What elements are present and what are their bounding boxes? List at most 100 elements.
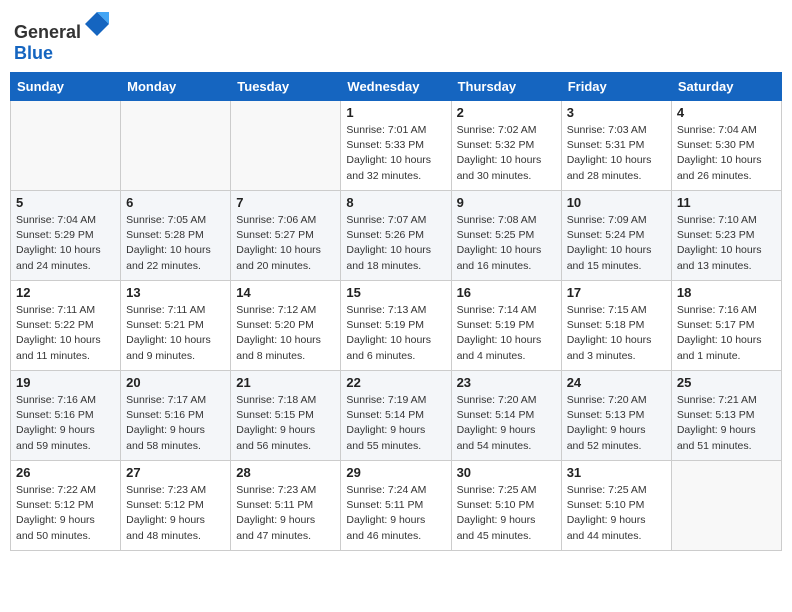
day-number: 24 xyxy=(567,375,666,390)
day-info: Sunrise: 7:02 AMSunset: 5:32 PMDaylight:… xyxy=(457,123,556,184)
day-number: 14 xyxy=(236,285,335,300)
logo-icon xyxy=(83,10,111,38)
day-number: 11 xyxy=(677,195,776,210)
day-info: Sunrise: 7:03 AMSunset: 5:31 PMDaylight:… xyxy=(567,123,666,184)
day-info: Sunrise: 7:04 AMSunset: 5:29 PMDaylight:… xyxy=(16,213,115,274)
day-number: 26 xyxy=(16,465,115,480)
day-info: Sunrise: 7:05 AMSunset: 5:28 PMDaylight:… xyxy=(126,213,225,274)
calendar-day-cell: 6 Sunrise: 7:05 AMSunset: 5:28 PMDaylight… xyxy=(121,191,231,281)
calendar-day-cell: 21 Sunrise: 7:18 AMSunset: 5:15 PMDayligh… xyxy=(231,371,341,461)
calendar-week-row: 5Sunrise: 7:04 AMSunset: 5:29 PMDaylight… xyxy=(11,191,782,281)
day-number: 28 xyxy=(236,465,335,480)
day-info: Sunrise: 7:06 AMSunset: 5:27 PMDaylight:… xyxy=(236,213,335,274)
calendar-day-cell: 29Sunrise: 7:24 AMSunset: 5:11 PMDayligh… xyxy=(341,461,451,551)
calendar-day-cell: 30 Sunrise: 7:25 AMSunset: 5:10 PMDayligh… xyxy=(451,461,561,551)
calendar-header-cell: Thursday xyxy=(451,73,561,101)
calendar-week-row: 1 Sunrise: 7:01 AMSunset: 5:33 PMDaylight… xyxy=(11,101,782,191)
page-header: General Blue xyxy=(10,10,782,64)
day-info: Sunrise: 7:10 AMSunset: 5:23 PMDaylight:… xyxy=(677,213,776,274)
day-number: 2 xyxy=(457,105,556,120)
calendar-header-row: SundayMondayTuesdayWednesdayThursdayFrid… xyxy=(11,73,782,101)
day-info: Sunrise: 7:16 AMSunset: 5:16 PMDaylight:… xyxy=(16,393,115,454)
day-info: Sunrise: 7:07 AMSunset: 5:26 PMDaylight:… xyxy=(346,213,445,274)
day-number: 31 xyxy=(567,465,666,480)
day-info: Sunrise: 7:17 AMSunset: 5:16 PMDaylight:… xyxy=(126,393,225,454)
day-number: 16 xyxy=(457,285,556,300)
calendar-header-cell: Monday xyxy=(121,73,231,101)
calendar-day-cell: 24 Sunrise: 7:20 AMSunset: 5:13 PMDayligh… xyxy=(561,371,671,461)
day-info: Sunrise: 7:04 AMSunset: 5:30 PMDaylight:… xyxy=(677,123,776,184)
calendar-header-cell: Sunday xyxy=(11,73,121,101)
day-number: 27 xyxy=(126,465,225,480)
day-info: Sunrise: 7:13 AMSunset: 5:19 PMDaylight:… xyxy=(346,303,445,364)
day-info: Sunrise: 7:20 AMSunset: 5:13 PMDaylight:… xyxy=(567,393,666,454)
calendar-day-cell: 16 Sunrise: 7:14 AMSunset: 5:19 PMDayligh… xyxy=(451,281,561,371)
calendar-day-cell: 12Sunrise: 7:11 AMSunset: 5:22 PMDayligh… xyxy=(11,281,121,371)
day-number: 10 xyxy=(567,195,666,210)
calendar-day-cell: 10Sunrise: 7:09 AMSunset: 5:24 PMDayligh… xyxy=(561,191,671,281)
day-number: 12 xyxy=(16,285,115,300)
calendar-day-cell: 17Sunrise: 7:15 AMSunset: 5:18 PMDayligh… xyxy=(561,281,671,371)
calendar-day-cell xyxy=(11,101,121,191)
calendar-day-cell: 15 Sunrise: 7:13 AMSunset: 5:19 PMDayligh… xyxy=(341,281,451,371)
day-number: 22 xyxy=(346,375,445,390)
calendar-day-cell xyxy=(121,101,231,191)
day-number: 6 xyxy=(126,195,225,210)
day-info: Sunrise: 7:22 AMSunset: 5:12 PMDaylight:… xyxy=(16,483,115,544)
calendar-week-row: 12Sunrise: 7:11 AMSunset: 5:22 PMDayligh… xyxy=(11,281,782,371)
day-info: Sunrise: 7:25 AMSunset: 5:10 PMDaylight:… xyxy=(457,483,556,544)
day-number: 19 xyxy=(16,375,115,390)
day-number: 7 xyxy=(236,195,335,210)
calendar-day-cell: 14 Sunrise: 7:12 AMSunset: 5:20 PMDayligh… xyxy=(231,281,341,371)
calendar-day-cell: 20 Sunrise: 7:17 AMSunset: 5:16 PMDayligh… xyxy=(121,371,231,461)
day-number: 1 xyxy=(346,105,445,120)
day-info: Sunrise: 7:18 AMSunset: 5:15 PMDaylight:… xyxy=(236,393,335,454)
calendar-day-cell xyxy=(671,461,781,551)
logo-text: General Blue xyxy=(14,10,111,64)
day-number: 8 xyxy=(346,195,445,210)
day-info: Sunrise: 7:12 AMSunset: 5:20 PMDaylight:… xyxy=(236,303,335,364)
calendar-day-cell: 1 Sunrise: 7:01 AMSunset: 5:33 PMDaylight… xyxy=(341,101,451,191)
day-info: Sunrise: 7:23 AMSunset: 5:12 PMDaylight:… xyxy=(126,483,225,544)
calendar-day-cell: 8 Sunrise: 7:07 AMSunset: 5:26 PMDaylight… xyxy=(341,191,451,281)
day-number: 4 xyxy=(677,105,776,120)
day-number: 23 xyxy=(457,375,556,390)
day-number: 18 xyxy=(677,285,776,300)
calendar-week-row: 19 Sunrise: 7:16 AMSunset: 5:16 PMDayligh… xyxy=(11,371,782,461)
day-info: Sunrise: 7:21 AMSunset: 5:13 PMDaylight:… xyxy=(677,393,776,454)
calendar-header-cell: Wednesday xyxy=(341,73,451,101)
day-number: 9 xyxy=(457,195,556,210)
day-info: Sunrise: 7:25 AMSunset: 5:10 PMDaylight:… xyxy=(567,483,666,544)
calendar-day-cell: 7 Sunrise: 7:06 AMSunset: 5:27 PMDaylight… xyxy=(231,191,341,281)
calendar-day-cell: 26 Sunrise: 7:22 AMSunset: 5:12 PMDayligh… xyxy=(11,461,121,551)
logo-general: General xyxy=(14,22,81,42)
calendar-day-cell: 5Sunrise: 7:04 AMSunset: 5:29 PMDaylight… xyxy=(11,191,121,281)
calendar-table: SundayMondayTuesdayWednesdayThursdayFrid… xyxy=(10,72,782,551)
day-number: 20 xyxy=(126,375,225,390)
calendar-day-cell: 25Sunrise: 7:21 AMSunset: 5:13 PMDayligh… xyxy=(671,371,781,461)
day-number: 30 xyxy=(457,465,556,480)
day-info: Sunrise: 7:16 AMSunset: 5:17 PMDaylight:… xyxy=(677,303,776,364)
calendar-day-cell: 13 Sunrise: 7:11 AMSunset: 5:21 PMDayligh… xyxy=(121,281,231,371)
day-info: Sunrise: 7:23 AMSunset: 5:11 PMDaylight:… xyxy=(236,483,335,544)
day-info: Sunrise: 7:01 AMSunset: 5:33 PMDaylight:… xyxy=(346,123,445,184)
calendar-day-cell: 2 Sunrise: 7:02 AMSunset: 5:32 PMDaylight… xyxy=(451,101,561,191)
calendar-header-cell: Friday xyxy=(561,73,671,101)
day-number: 21 xyxy=(236,375,335,390)
calendar-day-cell: 31 Sunrise: 7:25 AMSunset: 5:10 PMDayligh… xyxy=(561,461,671,551)
calendar-day-cell: 19 Sunrise: 7:16 AMSunset: 5:16 PMDayligh… xyxy=(11,371,121,461)
calendar-header-cell: Tuesday xyxy=(231,73,341,101)
day-info: Sunrise: 7:15 AMSunset: 5:18 PMDaylight:… xyxy=(567,303,666,364)
day-info: Sunrise: 7:14 AMSunset: 5:19 PMDaylight:… xyxy=(457,303,556,364)
day-info: Sunrise: 7:19 AMSunset: 5:14 PMDaylight:… xyxy=(346,393,445,454)
day-number: 3 xyxy=(567,105,666,120)
calendar-day-cell: 18 Sunrise: 7:16 AMSunset: 5:17 PMDayligh… xyxy=(671,281,781,371)
day-number: 15 xyxy=(346,285,445,300)
calendar-day-cell: 28 Sunrise: 7:23 AMSunset: 5:11 PMDayligh… xyxy=(231,461,341,551)
calendar-day-cell: 4 Sunrise: 7:04 AMSunset: 5:30 PMDaylight… xyxy=(671,101,781,191)
day-info: Sunrise: 7:11 AMSunset: 5:21 PMDaylight:… xyxy=(126,303,225,364)
day-info: Sunrise: 7:20 AMSunset: 5:14 PMDaylight:… xyxy=(457,393,556,454)
day-info: Sunrise: 7:08 AMSunset: 5:25 PMDaylight:… xyxy=(457,213,556,274)
day-number: 13 xyxy=(126,285,225,300)
calendar-day-cell: 22 Sunrise: 7:19 AMSunset: 5:14 PMDayligh… xyxy=(341,371,451,461)
